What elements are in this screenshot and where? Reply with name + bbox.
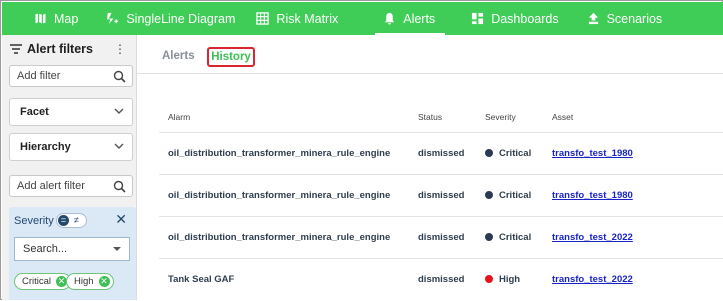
- severity-search-placeholder: Search...: [23, 243, 68, 255]
- alarm-cell: oil_distribution_transformer_minera_rule…: [168, 148, 391, 159]
- sidebar-title: Alert filters: [27, 42, 93, 56]
- caret-down-icon: [113, 247, 121, 251]
- severity-filter: Severity = ≠ ✕ Search... Critical ✕ High…: [9, 207, 136, 300]
- asset-link[interactable]: transfo_test_1980: [552, 148, 633, 159]
- add-alert-filter-placeholder: Add alert filter: [17, 180, 85, 192]
- nav-risk-matrix-label: Risk Matrix: [276, 11, 339, 26]
- asset-link[interactable]: transfo_test_2022: [552, 232, 633, 243]
- column-header-severity[interactable]: Severity: [485, 112, 516, 122]
- hierarchy-label: Hierarchy: [20, 141, 71, 153]
- hierarchy-panel[interactable]: Hierarchy: [9, 133, 133, 161]
- severity-search-select[interactable]: Search...: [14, 237, 130, 261]
- tab-history-label: History: [211, 51, 251, 63]
- asset-link[interactable]: transfo_test_2022: [552, 274, 633, 285]
- status-cell: dismissed: [418, 148, 465, 159]
- alarm-cell: Tank Seal GAF: [168, 274, 235, 285]
- dashboard-icon: [472, 12, 484, 25]
- tab-alerts[interactable]: Alerts: [162, 50, 195, 62]
- table-row[interactable]: Tank Seal GAF dismissed High transfo_tes…: [159, 258, 723, 301]
- map-icon: [34, 12, 47, 25]
- severity-text: High: [499, 274, 521, 285]
- close-icon[interactable]: ✕: [115, 211, 127, 228]
- nav-singleline-label: SingleLine Diagram: [126, 11, 236, 26]
- nav-alerts-label: Alerts: [403, 11, 436, 26]
- main-content: Alerts History Alarm Status Severity Ass…: [137, 35, 723, 300]
- table-row[interactable]: oil_distribution_transformer_minera_rule…: [159, 174, 723, 217]
- grid-icon: [256, 12, 270, 25]
- severity-dot: [485, 233, 493, 241]
- add-filter-input[interactable]: Add filter: [9, 65, 133, 87]
- add-filter-placeholder: Add filter: [17, 70, 61, 82]
- nav-alerts[interactable]: Alerts: [375, 2, 446, 35]
- scenarios-icon: [588, 12, 598, 25]
- severity-cell: Critical: [485, 232, 531, 243]
- tabs-bar: Alerts History: [137, 35, 723, 74]
- chip-critical[interactable]: Critical ✕: [14, 273, 72, 290]
- search-icon[interactable]: [113, 180, 126, 193]
- search-icon[interactable]: [113, 70, 126, 83]
- bell-icon: [385, 12, 395, 25]
- remove-chip-icon[interactable]: ✕: [98, 276, 110, 287]
- severity-dot: [485, 149, 493, 157]
- severity-label: Severity: [14, 215, 54, 227]
- chevron-down-icon: [114, 108, 124, 114]
- nav-map[interactable]: Map: [34, 2, 78, 35]
- column-header-asset[interactable]: Asset: [552, 112, 573, 122]
- singleline-icon: [107, 12, 119, 25]
- table-row[interactable]: oil_distribution_transformer_minera_rule…: [159, 216, 723, 259]
- status-cell: dismissed: [418, 190, 465, 201]
- nav-map-label: Map: [54, 11, 79, 26]
- equality-toggle[interactable]: = ≠: [56, 213, 87, 228]
- facet-panel[interactable]: Facet: [9, 98, 133, 126]
- sidebar-header: Alert filters ⋮: [10, 41, 130, 57]
- severity-cell: High: [485, 274, 520, 285]
- nav-dashboards[interactable]: Dashboards: [471, 2, 559, 35]
- nav-scenarios-label: Scenarios: [606, 11, 663, 26]
- top-navigation: Map SingleLine Diagram Risk Matrix Alert…: [2, 2, 723, 35]
- severity-dot: [485, 191, 493, 199]
- table-row[interactable]: oil_distribution_transformer_minera_rule…: [159, 132, 723, 175]
- not-equals-option[interactable]: ≠: [74, 214, 79, 227]
- status-cell: dismissed: [418, 274, 465, 285]
- asset-link[interactable]: transfo_test_1980: [552, 190, 633, 201]
- equals-option[interactable]: =: [58, 215, 69, 226]
- add-alert-filter-input[interactable]: Add alert filter: [9, 175, 133, 197]
- chip-label: Critical: [22, 276, 52, 287]
- alert-filters-sidebar: Alert filters ⋮ Add filter Facet Hierarc…: [2, 35, 137, 300]
- severity-text: Critical: [499, 190, 532, 201]
- status-cell: dismissed: [418, 232, 465, 243]
- column-header-alarm[interactable]: Alarm: [168, 112, 190, 122]
- facet-label: Facet: [20, 106, 49, 118]
- more-options-icon[interactable]: ⋮: [114, 43, 126, 55]
- severity-text: Critical: [499, 232, 532, 243]
- severity-dot: [485, 275, 493, 283]
- nav-dashboards-label: Dashboards: [491, 11, 559, 26]
- nav-singleline-diagram[interactable]: SingleLine Diagram: [106, 2, 235, 35]
- severity-text: Critical: [499, 148, 532, 159]
- nav-scenarios[interactable]: Scenarios: [587, 2, 663, 35]
- tab-history[interactable]: History: [207, 47, 255, 67]
- column-header-status[interactable]: Status: [418, 112, 442, 122]
- chip-label: High: [74, 276, 94, 287]
- severity-cell: Critical: [485, 148, 531, 159]
- chip-high[interactable]: High ✕: [66, 273, 114, 290]
- nav-risk-matrix[interactable]: Risk Matrix: [256, 2, 338, 35]
- chevron-down-icon: [114, 143, 124, 149]
- alarm-cell: oil_distribution_transformer_minera_rule…: [168, 190, 391, 201]
- filter-icon: [10, 43, 22, 54]
- severity-cell: Critical: [485, 190, 531, 201]
- alarm-cell: oil_distribution_transformer_minera_rule…: [168, 232, 391, 243]
